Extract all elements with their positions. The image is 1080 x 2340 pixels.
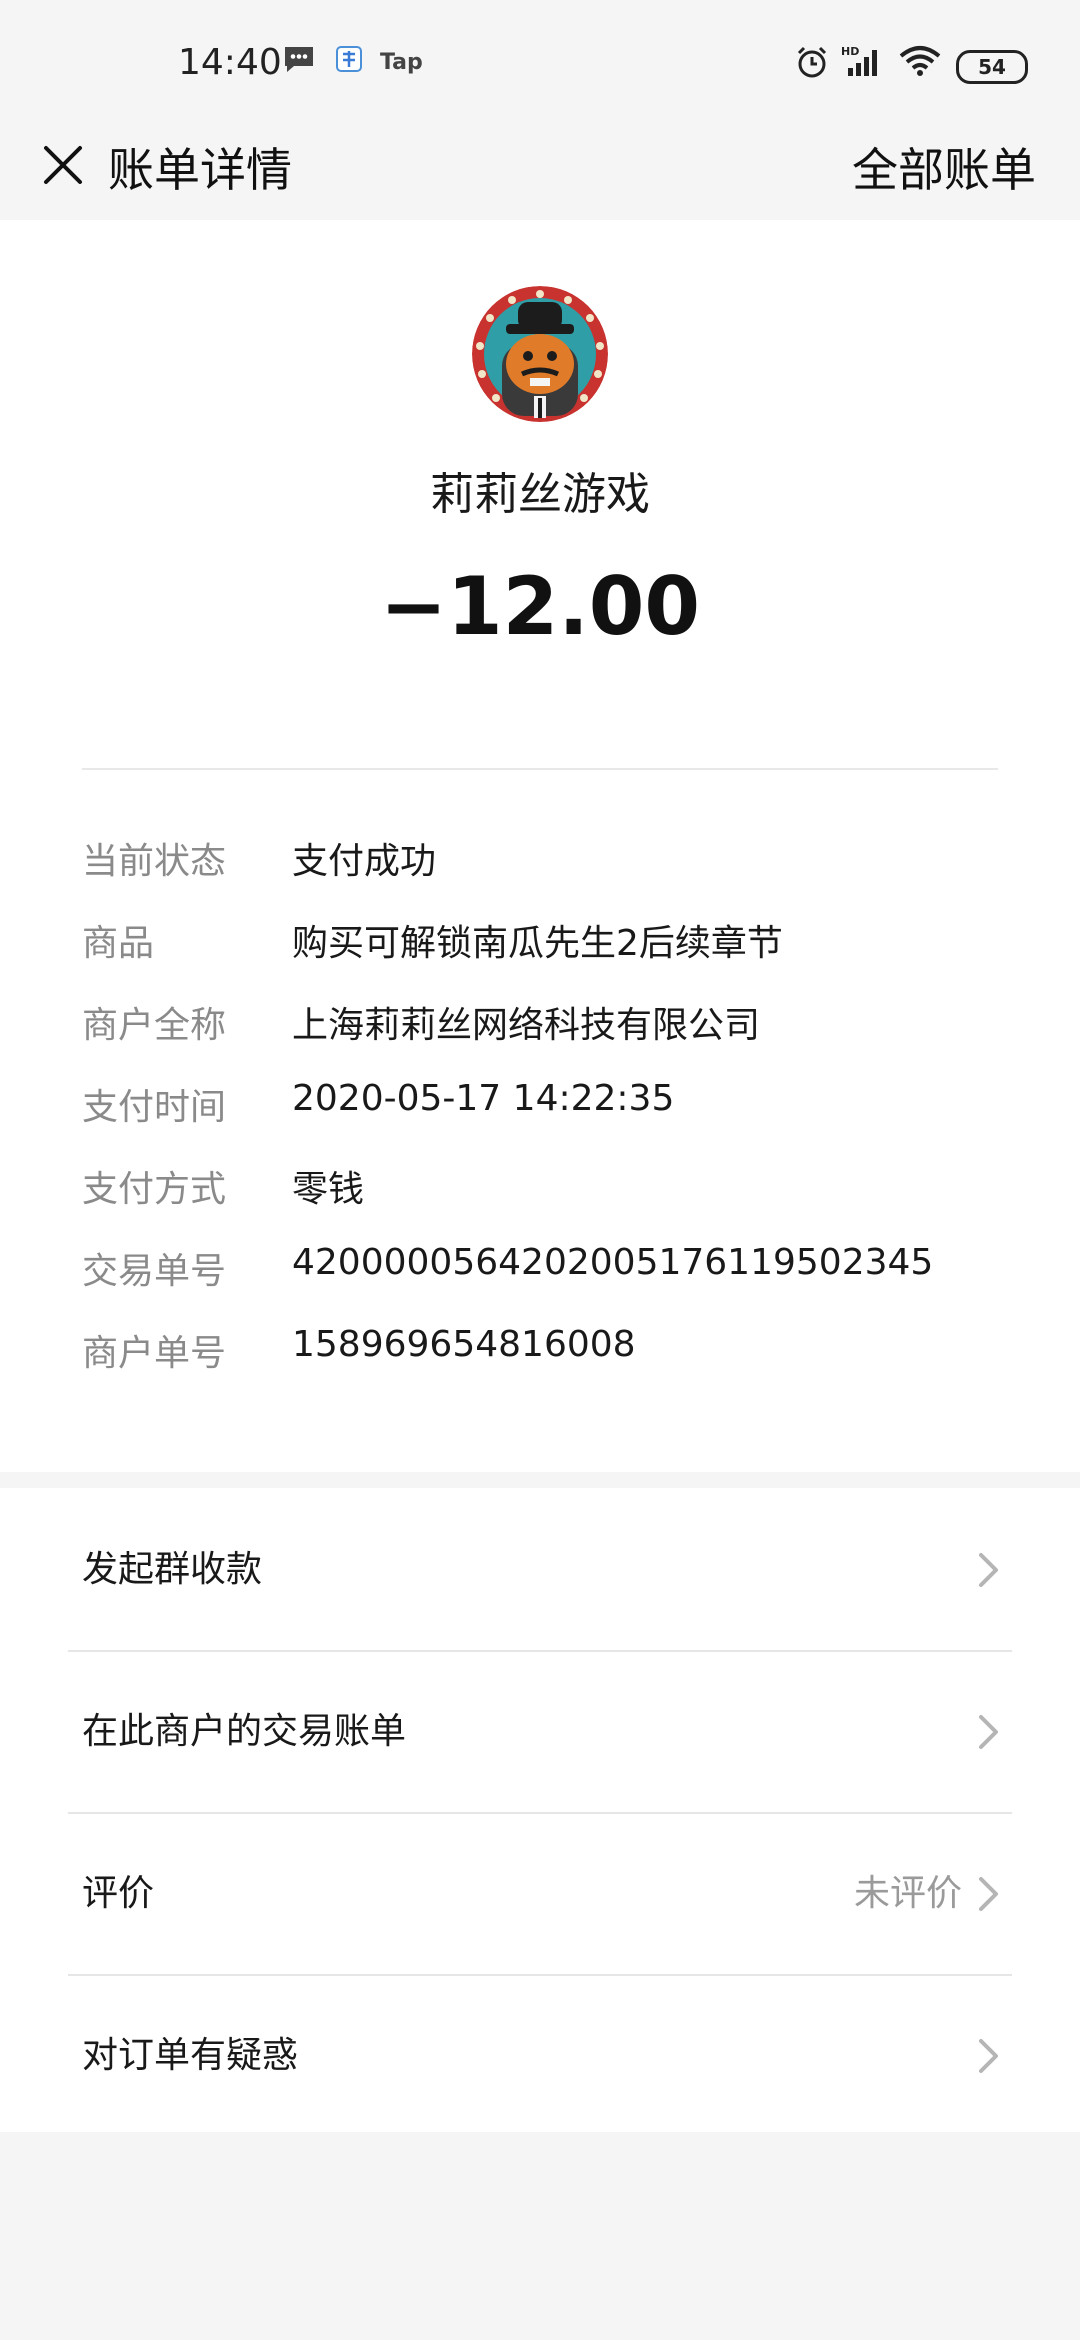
action-label: 对订单有疑惑: [82, 2035, 299, 2076]
detail-row-payment-time: 支付时间 2020-05-17 14:22:35: [0, 1078, 1080, 1138]
detail-label: 商户全称: [82, 1005, 227, 1046]
merchant-name: 莉莉丝游戏: [430, 469, 650, 520]
detail-row-merchant-fullname: 商户全称 上海莉莉丝网络科技有限公司: [0, 996, 1080, 1056]
detail-label: 商户单号: [82, 1333, 227, 1374]
chevron-right-icon: [979, 2039, 998, 2073]
bill-detail-card: 莉莉丝游戏 −12.00 当前状态 支付成功 商品 购买可解锁南瓜先生2后续章节…: [0, 220, 1080, 1472]
detail-row-transaction-id: 交易单号 4200000564202005176119502345: [0, 1242, 1080, 1302]
order-question-item[interactable]: 对订单有疑惑: [0, 1974, 1080, 2134]
detail-value: 上海莉莉丝网络科技有限公司: [292, 1005, 761, 1046]
detail-label: 支付时间: [82, 1087, 227, 1128]
detail-row-status: 当前状态 支付成功: [0, 832, 1080, 892]
app-notification-icon: [334, 44, 364, 74]
tap-app-label: Tap: [380, 50, 423, 75]
chevron-right-icon: [979, 1877, 998, 1911]
close-icon: [44, 146, 82, 184]
all-bills-link[interactable]: 全部账单: [852, 134, 1036, 200]
message-icon: [282, 44, 316, 74]
detail-value: 4200000564202005176119502345: [292, 1242, 934, 1283]
divider: [82, 768, 998, 770]
detail-value: 158969654816008: [292, 1324, 636, 1365]
detail-label: 交易单号: [82, 1251, 227, 1292]
chevron-right-icon: [979, 1553, 998, 1587]
detail-value: 2020-05-17 14:22:35: [292, 1078, 675, 1119]
payment-amount: −12.00: [379, 560, 701, 653]
detail-row-merchant-order-id: 商户单号 158969654816008: [0, 1324, 1080, 1384]
actions-list: 发起群收款 在此商户的交易账单 评价 未评价 对订单有疑惑: [0, 1488, 1080, 2132]
svg-text:HD: HD: [841, 45, 859, 58]
detail-row-payment-method: 支付方式 零钱: [0, 1160, 1080, 1220]
detail-label: 支付方式: [82, 1169, 227, 1210]
status-time: 14:40: [178, 42, 282, 83]
action-label: 发起群收款: [82, 1549, 263, 1590]
detail-value: 支付成功: [292, 841, 437, 882]
group-collection-item[interactable]: 发起群收款: [0, 1488, 1080, 1648]
review-item[interactable]: 评价 未评价: [0, 1812, 1080, 1972]
chevron-right-icon: [979, 1715, 998, 1749]
wifi-icon: [898, 44, 942, 78]
page-title: 账单详情: [108, 143, 292, 197]
detail-label: 当前状态: [82, 841, 227, 882]
top-nav-bar: 账单详情 全部账单: [0, 110, 1080, 220]
detail-value: 购买可解锁南瓜先生2后续章节: [292, 923, 783, 964]
signal-icon: HD: [840, 44, 886, 78]
action-label: 在此商户的交易账单: [82, 1711, 407, 1752]
merchant-avatar: [472, 286, 608, 422]
detail-value: 零钱: [292, 1169, 365, 1210]
review-status: 未评价: [853, 1873, 962, 1914]
merchant-transactions-item[interactable]: 在此商户的交易账单: [0, 1650, 1080, 1810]
alarm-icon: [794, 44, 830, 80]
detail-label: 商品: [82, 923, 155, 964]
battery-indicator: 54: [956, 50, 1028, 84]
action-label: 评价: [82, 1873, 155, 1914]
close-button[interactable]: [28, 130, 98, 200]
detail-row-product: 商品 购买可解锁南瓜先生2后续章节: [0, 914, 1080, 974]
